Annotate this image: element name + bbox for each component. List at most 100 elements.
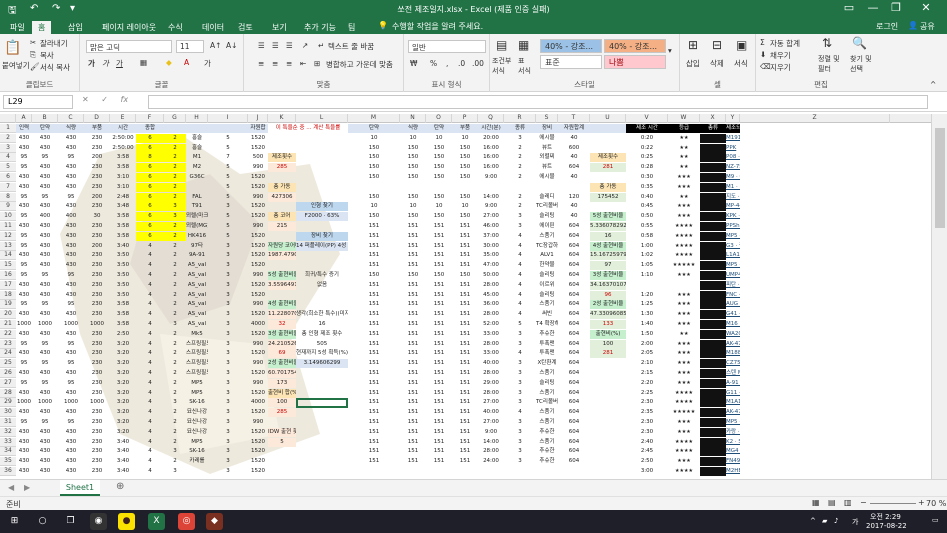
table-cell[interactable]: 에시블 (536, 173, 558, 182)
currency-icon[interactable]: ₩ (410, 59, 417, 68)
table-cell[interactable]: 151 (348, 291, 400, 300)
table-cell[interactable]: 95 (32, 271, 58, 280)
table-cell[interactable]: 151 (400, 349, 426, 358)
table-cell[interactable]: 151 (348, 232, 400, 241)
table-cell[interactable]: 3성 출현비율(%) (268, 329, 296, 339)
table-cell[interactable]: 9A-91 (186, 251, 208, 260)
style-accent-2[interactable]: 40% - 강조... (604, 39, 666, 53)
table-cell[interactable]: 604 (558, 281, 590, 290)
table-cell[interactable] (590, 379, 626, 388)
table-cell[interactable]: 3 (208, 291, 248, 300)
table-cell[interactable]: 151 (348, 398, 400, 407)
format-as-table-button[interactable]: 표 서식 (518, 56, 531, 76)
table-cell[interactable]: 30 (84, 212, 110, 221)
table-cell[interactable]: 1:50 (626, 330, 668, 339)
table-cell[interactable] (504, 183, 536, 192)
table-cell[interactable]: 5 (208, 232, 248, 241)
row-header[interactable]: 7 (0, 182, 16, 192)
table-cell[interactable] (536, 183, 558, 192)
table-cell[interactable] (296, 134, 348, 143)
table-cell[interactable]: 151 (400, 320, 426, 329)
clear-button[interactable]: 지우기 (770, 62, 791, 73)
table-cell[interactable]: 150 (348, 173, 400, 182)
table-cell[interactable]: T91 (186, 202, 208, 211)
select-all-corner[interactable] (0, 114, 16, 123)
wrap-text-button[interactable]: 텍스트 줄 바꿈 (328, 41, 374, 52)
table-cell[interactable]: 4 (136, 310, 164, 319)
table-cell[interactable]: 6 (136, 163, 164, 173)
table-cell[interactable]: 95 (16, 261, 32, 270)
table-cell[interactable]: 285 (268, 163, 296, 173)
table-cell[interactable] (700, 163, 726, 173)
table-cell[interactable]: 151 (426, 379, 452, 388)
tab-team[interactable]: 팀 (342, 21, 361, 34)
table-cell[interactable]: 4000 (248, 398, 268, 407)
table-cell[interactable]: 151 (452, 428, 478, 437)
table-cell[interactable]: 3 (504, 418, 536, 427)
table-cell[interactable]: A5_val (186, 261, 208, 270)
wrap-text-icon[interactable]: ↵ (318, 41, 324, 50)
column-header-N[interactable]: N (400, 114, 426, 123)
table-cell[interactable]: 2 (164, 153, 186, 163)
row-header[interactable]: 36 (0, 467, 16, 476)
table-cell[interactable]: 4 (136, 359, 164, 368)
row-header[interactable]: 4 (0, 153, 16, 163)
table-cell[interactable]: 28:00 (478, 310, 504, 319)
table-cell[interactable]: ★★★★★ (668, 261, 700, 270)
table-cell[interactable]: AUG · RFB · M14 (726, 300, 740, 309)
table-cell[interactable]: 6 (136, 173, 164, 182)
table-cell[interactable] (268, 291, 296, 300)
table-cell[interactable] (700, 222, 726, 231)
table-cell[interactable]: 604 (558, 428, 590, 437)
table-cell[interactable]: 스품기 (536, 232, 558, 241)
row-header[interactable]: 32 (0, 427, 16, 437)
table-cell[interactable] (268, 467, 296, 476)
table-cell[interactable]: 자원당 코어비율 (268, 241, 296, 251)
header-cell[interactable]: 식량 (400, 124, 426, 133)
table-cell[interactable]: 151 (452, 320, 478, 329)
table-cell[interactable]: 230 (84, 222, 110, 231)
table-cell[interactable]: 2 (504, 153, 536, 162)
table-cell[interactable]: 230 (84, 251, 110, 260)
excel-taskbar-icon[interactable]: X (148, 513, 165, 530)
table-cell[interactable]: 604 (558, 379, 590, 388)
table-cell[interactable]: 1520 (248, 144, 268, 153)
column-header-E[interactable]: E (110, 114, 136, 123)
table-cell[interactable]: 604 (558, 310, 590, 319)
table-cell[interactable]: 29:00 (478, 379, 504, 388)
table-cell[interactable] (700, 408, 726, 418)
table-cell[interactable]: 430 (16, 281, 32, 290)
table-cell[interactable]: ★★ (668, 134, 700, 143)
table-cell[interactable]: 150 (400, 271, 426, 280)
table-cell[interactable]: 9:00 (478, 202, 504, 211)
table-cell[interactable]: 1000 (58, 398, 84, 407)
table-cell[interactable]: 2 (164, 418, 186, 427)
table-cell[interactable]: 1:20 (626, 291, 668, 300)
table-cell[interactable]: 2:48 (110, 193, 136, 202)
table-cell[interactable]: 1520 (248, 369, 268, 378)
table-cell[interactable]: 2:10 (626, 359, 668, 368)
row-header[interactable]: 15 (0, 261, 16, 271)
table-cell[interactable]: 슬리팅 (536, 271, 558, 280)
table-cell[interactable]: 151 (400, 261, 426, 270)
table-cell[interactable]: 5 (504, 320, 536, 329)
tab-formulas[interactable]: 수식 (162, 21, 189, 34)
table-cell[interactable]: 151 (452, 398, 478, 407)
table-cell[interactable]: 33:00 (478, 330, 504, 339)
table-cell[interactable]: 4 (136, 340, 164, 349)
table-cell[interactable]: 151 (400, 379, 426, 388)
table-cell[interactable]: 카랑 · 79식 (726, 428, 740, 437)
table-cell[interactable]: 인형 찾기 (296, 202, 348, 212)
table-cell[interactable]: 133 (590, 320, 626, 329)
table-cell[interactable]: 50:00 (478, 271, 504, 280)
table-cell[interactable]: 3:20 (110, 340, 136, 349)
volume-icon[interactable]: ♪ (834, 517, 838, 525)
table-cell[interactable]: 2 (164, 340, 186, 349)
table-cell[interactable]: 151 (452, 310, 478, 319)
table-cell[interactable] (590, 418, 626, 427)
table-cell[interactable]: 151 (400, 408, 426, 417)
table-cell[interactable]: 28:00 (478, 389, 504, 398)
column-header-F[interactable]: F (136, 114, 164, 123)
table-cell[interactable]: ★★★★ (668, 389, 700, 398)
table-cell[interactable]: 1000 (84, 320, 110, 329)
